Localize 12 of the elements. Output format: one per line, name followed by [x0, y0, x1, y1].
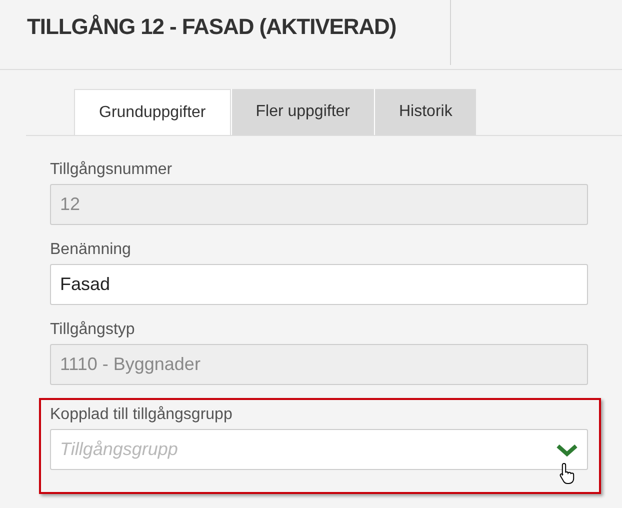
chevron-down-icon[interactable]	[556, 443, 578, 457]
field-label: Tillgångsnummer	[50, 160, 172, 180]
tab[interactable]: Grunduppgifter	[74, 89, 231, 135]
input-field[interactable]: Fasad	[50, 264, 588, 305]
tab[interactable]: Fler uppgifter	[230, 89, 374, 135]
pointer-cursor-icon	[559, 462, 576, 484]
dropdown-field[interactable]: Tillgångsgrupp	[50, 429, 588, 470]
field-label: Tillgångstyp	[50, 320, 135, 340]
field-label: Kopplad till tillgångsgrupp	[50, 405, 232, 425]
tab[interactable]: Historik	[374, 89, 476, 135]
page-title: TILLGÅNG 12 - FASAD (AKTIVERAD)	[27, 13, 396, 41]
field-label: Benämning	[50, 240, 131, 260]
